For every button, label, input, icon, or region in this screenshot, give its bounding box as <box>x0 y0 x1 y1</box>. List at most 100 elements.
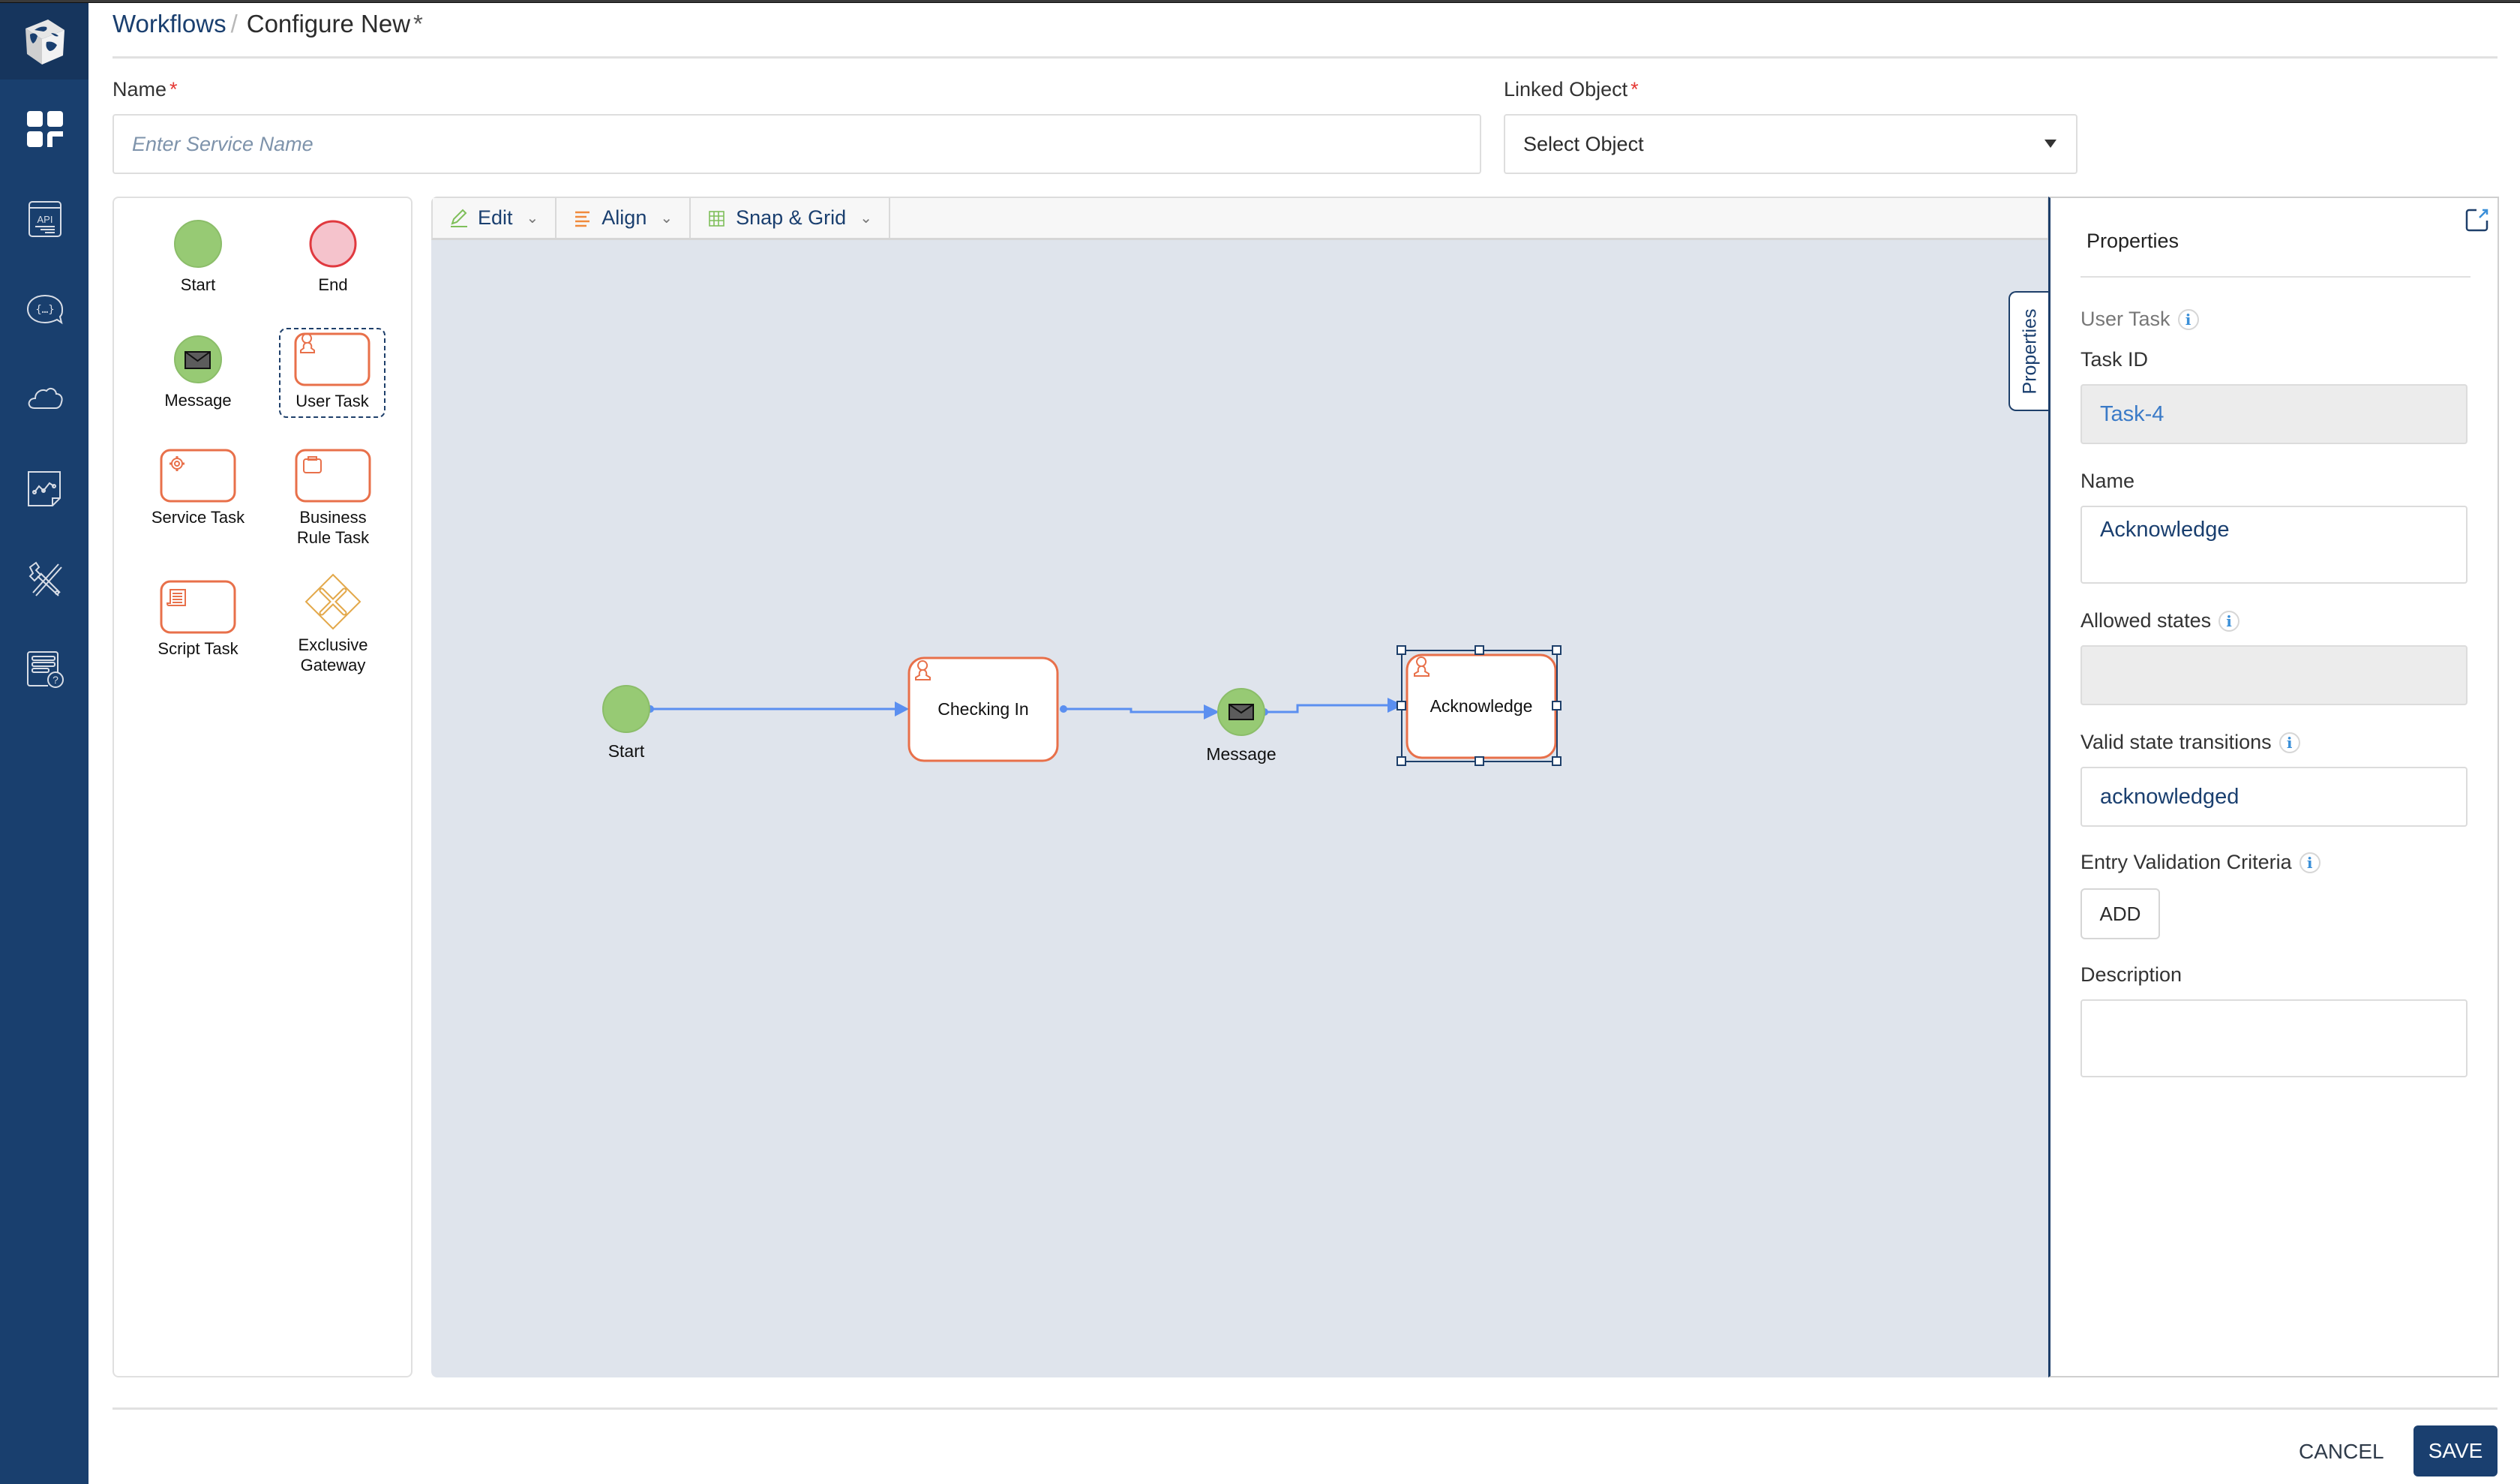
required-marker: * <box>1630 78 1639 101</box>
diagram-node-start[interactable]: Start <box>602 685 650 761</box>
name-property-field[interactable]: Acknowledge <box>2080 506 2468 584</box>
diagram-node-message[interactable]: Message <box>1206 688 1276 764</box>
description-label: Description <box>2080 963 2182 987</box>
resize-handle <box>1396 756 1406 766</box>
entry-validation-label-text: Entry Validation Criteria <box>2080 851 2292 873</box>
start-event-icon <box>174 220 222 268</box>
palette-item-start[interactable]: Start <box>142 218 254 295</box>
end-event-icon <box>309 220 357 268</box>
resize-handle <box>1552 645 1562 655</box>
element-type-text: User Task <box>2080 308 2170 330</box>
palette-item-label: Exclusive Gateway <box>298 635 368 674</box>
tools-icon <box>28 561 62 596</box>
palette-item-label: User Task <box>296 392 369 410</box>
align-menu-button[interactable]: Align ⌄ <box>556 198 692 238</box>
resize-handle <box>1474 756 1484 766</box>
footer-divider <box>112 1407 2498 1410</box>
sidebar-item-tools[interactable] <box>26 560 64 599</box>
chevron-down-icon: ⌄ <box>660 210 674 227</box>
linked-object-select[interactable]: Select Object <box>1504 114 2078 174</box>
edge-checking-in-to-message[interactable] <box>1060 704 1220 719</box>
globe-cube-icon <box>26 20 64 65</box>
allowed-states-label-text: Allowed states <box>2080 609 2212 632</box>
breadcrumb-workflows-link[interactable]: Workflows <box>112 10 226 38</box>
linked-object-label-text: Linked Object <box>1504 78 1628 101</box>
edge-start-to-checking-in[interactable] <box>646 701 909 716</box>
allowed-states-field <box>2080 645 2468 705</box>
resize-handle <box>1474 645 1484 655</box>
palette-item-end[interactable]: End <box>277 218 389 295</box>
info-icon[interactable]: i <box>2218 610 2240 632</box>
breadcrumb: Workflows / Configure New * <box>112 5 423 44</box>
properties-title: Properties <box>2086 230 2180 252</box>
save-button[interactable]: SAVE <box>2414 1425 2498 1476</box>
palette-item-service-task[interactable]: Service Task <box>142 449 254 527</box>
palette-item-script-task[interactable]: Script Task <box>142 580 254 659</box>
palette-item-business-rule-task[interactable]: Business Rule Task <box>277 449 389 548</box>
sidebar-item-cloud[interactable] <box>26 380 64 419</box>
properties-side-tab[interactable]: Properties <box>2008 291 2050 411</box>
task-id-value: Task-4 <box>2100 402 2164 426</box>
snap-grid-menu-button[interactable]: Snap & Grid ⌄ <box>691 198 890 238</box>
name-property-label-text: Name <box>2080 470 2135 492</box>
message-event-icon <box>174 335 222 383</box>
info-icon[interactable]: i <box>2177 308 2199 330</box>
cloud-icon <box>28 387 63 409</box>
task-id-field: Task-4 <box>2080 384 2468 444</box>
name-property-label: Name <box>2080 470 2134 493</box>
valid-transitions-label-text: Valid state transitions <box>2080 731 2272 753</box>
diagram-editor: Edit ⌄ Align ⌄ Snap & Grid ⌄ Start Check… <box>431 197 2049 1377</box>
sidebar-item-analytics[interactable] <box>26 470 64 509</box>
align-icon <box>575 211 590 227</box>
add-validation-button[interactable]: ADD <box>2080 888 2160 939</box>
required-marker: * <box>170 78 178 101</box>
node-label: Start <box>608 741 645 761</box>
popout-icon[interactable] <box>2464 207 2490 233</box>
cancel-button[interactable]: CANCEL <box>2299 1429 2384 1474</box>
palette-item-exclusive-gateway[interactable]: Exclusive Gateway <box>277 572 389 675</box>
palette-item-user-task[interactable]: User Task <box>279 328 386 418</box>
palette-item-label: Script Task <box>158 639 238 658</box>
edge-message-to-acknowledge[interactable] <box>1261 698 1403 716</box>
task-id-label: Task ID <box>2080 348 2148 371</box>
service-name-input[interactable]: Enter Service Name <box>112 114 1481 174</box>
resize-handle <box>1396 701 1406 710</box>
allowed-states-label: Allowed states i <box>2080 609 2240 632</box>
info-icon[interactable]: i <box>2299 852 2320 873</box>
palette-item-message[interactable]: Message <box>142 333 254 410</box>
edit-menu-button[interactable]: Edit ⌄ <box>433 198 557 238</box>
sidebar-item-scripts[interactable]: {…} <box>26 290 64 329</box>
sidebar-item-api[interactable]: API <box>26 200 64 239</box>
business-rule-task-icon <box>295 449 371 503</box>
chevron-down-icon: ⌄ <box>860 210 872 227</box>
valid-transitions-value: acknowledged <box>2100 785 2240 809</box>
description-field[interactable] <box>2080 999 2468 1077</box>
resize-handle <box>1552 756 1562 766</box>
snap-grid-menu-label: Snap & Grid <box>736 206 847 229</box>
node-label: Checking In <box>938 699 1028 719</box>
app-logo[interactable] <box>0 3 88 80</box>
description-label-text: Description <box>2080 963 2182 986</box>
diagram-node-checking-in[interactable]: Checking In <box>908 656 1059 762</box>
valid-transitions-field[interactable]: acknowledged <box>2080 767 2468 827</box>
node-label: Message <box>1206 744 1276 764</box>
user-task-icon <box>294 332 370 386</box>
sidebar: API {…} ? <box>0 3 88 1484</box>
palette-item-label: Message <box>164 391 232 410</box>
node-label: Acknowledge <box>1430 696 1533 716</box>
task-id-label-text: Task ID <box>2080 348 2149 371</box>
name-label: Name * <box>112 78 178 101</box>
sidebar-item-dashboard[interactable] <box>26 110 64 149</box>
canvas-toolbar: Edit ⌄ Align ⌄ Snap & Grid ⌄ <box>431 197 2049 240</box>
palette-item-label: Service Task <box>151 508 245 527</box>
diagram-canvas[interactable]: Start Checking In Message Acknowledge <box>431 240 2049 1377</box>
svg-text:{…}: {…} <box>35 304 54 316</box>
chevron-down-icon: ⌄ <box>526 210 539 227</box>
info-icon[interactable]: i <box>2278 731 2300 753</box>
header-divider <box>112 56 2498 59</box>
sidebar-item-help[interactable]: ? <box>26 650 64 689</box>
api-icon: API <box>28 201 62 237</box>
page-title: Configure New <box>246 10 411 38</box>
diagram-node-acknowledge[interactable]: Acknowledge <box>1406 653 1557 759</box>
palette-item-label: Start <box>180 275 216 294</box>
